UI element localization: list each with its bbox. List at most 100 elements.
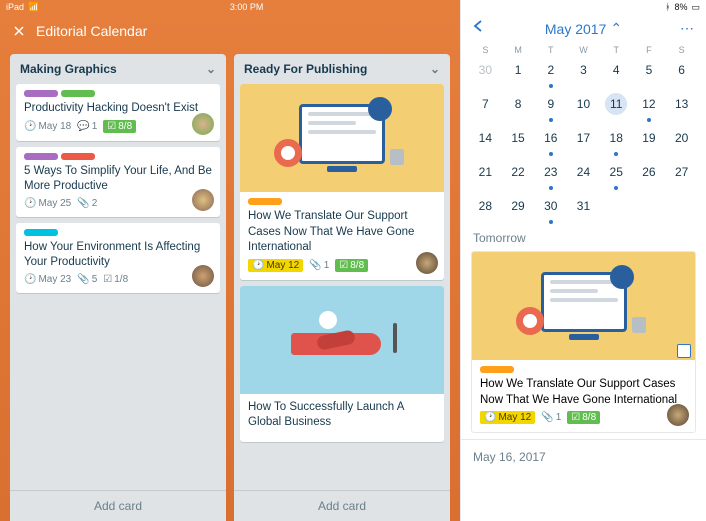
battery-icon: ▭ — [691, 2, 700, 13]
list-header[interactable]: Ready For Publishing ⌄ — [234, 54, 450, 84]
calendar-day[interactable]: 10 — [567, 93, 600, 115]
calendar-day[interactable]: 28 — [469, 195, 502, 217]
device-label: iPad — [6, 2, 24, 12]
calendar-day[interactable]: 22 — [502, 161, 535, 183]
agenda-card[interactable]: How We Translate Our Support Cases Now T… — [471, 251, 696, 433]
avatar — [192, 113, 214, 135]
calendar-day[interactable]: 12 — [633, 93, 666, 115]
calendar-day[interactable]: 26 — [633, 161, 666, 183]
attachment-badge: 📎 1 — [309, 260, 329, 271]
checklist-badge: ☑ 8/8 — [103, 120, 136, 133]
calendar-day[interactable]: 24 — [567, 161, 600, 183]
chevron-up-icon: ⌃ — [610, 20, 622, 37]
calendar-panel: ᚼ 8% ▭ May 2017 ⌃ ⋯ SMTWTFS 301234567891… — [460, 0, 706, 521]
attachment-badge: 📎 1 — [541, 412, 561, 423]
add-card-button[interactable]: Add card — [10, 490, 226, 521]
card-title: 5 Ways To Simplify Your Life, And Be Mor… — [24, 164, 212, 195]
add-card-button[interactable]: Add card — [234, 490, 450, 521]
calendar-day[interactable]: 17 — [567, 127, 600, 149]
calendar-day[interactable] — [665, 195, 698, 217]
card[interactable]: Productivity Hacking Doesn't Exist 🕑 May… — [16, 84, 220, 141]
chevron-down-icon[interactable]: ⌄ — [206, 62, 216, 76]
calendar-day[interactable]: 4 — [600, 59, 633, 81]
calendar-day[interactable]: 8 — [502, 93, 535, 115]
calendar-day[interactable] — [633, 195, 666, 217]
calendar-day[interactable]: 5 — [633, 59, 666, 81]
calendar-day[interactable]: 11 — [600, 93, 633, 115]
calendar-day[interactable]: 1 — [502, 59, 535, 81]
calendar-day[interactable]: 29 — [502, 195, 535, 217]
avatar — [192, 189, 214, 211]
due-badge: 🕑 May 18 — [24, 121, 71, 132]
bluetooth-icon: ᚼ — [665, 2, 670, 12]
calendar-day[interactable]: 3 — [567, 59, 600, 81]
card-cover — [240, 286, 444, 394]
calendar-day[interactable] — [600, 195, 633, 217]
calendar-day[interactable]: 6 — [665, 59, 698, 81]
calendar-day[interactable]: 13 — [665, 93, 698, 115]
list-ready-publishing: Ready For Publishing ⌄ How We Translate … — [234, 54, 450, 521]
checklist-badge: ☑ 8/8 — [567, 411, 600, 424]
calendar-day[interactable]: 15 — [502, 127, 535, 149]
calendar-day[interactable]: 2 — [534, 59, 567, 81]
avatar — [192, 265, 214, 287]
avatar — [667, 404, 689, 426]
calendar-day[interactable]: 7 — [469, 93, 502, 115]
due-badge: 🕑 May 25 — [24, 198, 71, 209]
card-title: How To Successfully Launch A Global Busi… — [248, 400, 436, 431]
calendar-day[interactable]: 14 — [469, 127, 502, 149]
card[interactable]: 5 Ways To Simplify Your Life, And Be Mor… — [16, 147, 220, 217]
label-purple — [24, 90, 58, 97]
calendar-day[interactable]: 23 — [534, 161, 567, 183]
card-cover — [472, 252, 695, 360]
calendar-day[interactable]: 18 — [600, 127, 633, 149]
due-badge: 🕑 May 12 — [480, 411, 535, 424]
calendar-day[interactable]: 9 — [534, 93, 567, 115]
calendar-day[interactable]: 30 — [534, 195, 567, 217]
card[interactable]: How We Translate Our Support Cases Now T… — [240, 84, 444, 280]
card-title: How We Translate Our Support Cases Now T… — [480, 377, 687, 408]
lists-row: Making Graphics ⌄ Productivity Hacking D… — [0, 48, 460, 521]
card-title: How We Translate Our Support Cases Now T… — [248, 209, 436, 256]
calendar-title[interactable]: May 2017 ⌃ — [545, 20, 622, 37]
wifi-icon: 📶 — [28, 2, 39, 13]
checkbox-icon[interactable] — [677, 344, 691, 358]
more-icon[interactable]: ⋯ — [680, 20, 696, 37]
label-green — [61, 90, 95, 97]
chevron-down-icon[interactable]: ⌄ — [430, 62, 440, 76]
status-bar-left: iPad 📶 3:00 PM — [0, 0, 460, 14]
calendar-day[interactable]: 19 — [633, 127, 666, 149]
list-header[interactable]: Making Graphics ⌄ — [10, 54, 226, 84]
clock: 3:00 PM — [39, 2, 454, 12]
agenda-section-label: Tomorrow — [461, 221, 706, 251]
calendar-day[interactable]: 20 — [665, 127, 698, 149]
weekday-row: SMTWTFS — [461, 41, 706, 57]
attachment-badge: 📎 5 — [77, 274, 97, 285]
agenda-section-label: May 16, 2017 — [461, 439, 706, 470]
avatar — [416, 252, 438, 274]
list-title: Making Graphics — [20, 62, 117, 76]
calendar-day[interactable]: 30 — [469, 59, 502, 81]
card[interactable]: How Your Environment Is Affecting Your P… — [16, 223, 220, 293]
battery-label: 8% — [674, 2, 687, 12]
card-title: How Your Environment Is Affecting Your P… — [24, 240, 212, 271]
checklist-badge: ☑ 1/8 — [103, 274, 128, 285]
comment-badge: 💬 1 — [77, 121, 97, 132]
attachment-badge: 📎 2 — [77, 198, 97, 209]
calendar-day[interactable]: 31 — [567, 195, 600, 217]
card-labels — [24, 90, 212, 97]
due-badge: 🕑 May 23 — [24, 274, 71, 285]
close-icon[interactable] — [12, 24, 26, 38]
status-bar-right: ᚼ 8% ▭ — [461, 0, 706, 14]
card[interactable]: How To Successfully Launch A Global Busi… — [240, 286, 444, 442]
calendar-day[interactable]: 16 — [534, 127, 567, 149]
back-icon[interactable] — [471, 18, 487, 39]
calendar-day[interactable]: 25 — [600, 161, 633, 183]
calendar-day[interactable]: 27 — [665, 161, 698, 183]
board-header: Editorial Calendar — [0, 14, 460, 48]
card-title: Productivity Hacking Doesn't Exist — [24, 101, 212, 117]
board-panel: iPad 📶 3:00 PM Editorial Calendar Making… — [0, 0, 460, 521]
card-cover — [240, 84, 444, 192]
calendar-day[interactable]: 21 — [469, 161, 502, 183]
board-title: Editorial Calendar — [36, 23, 147, 39]
